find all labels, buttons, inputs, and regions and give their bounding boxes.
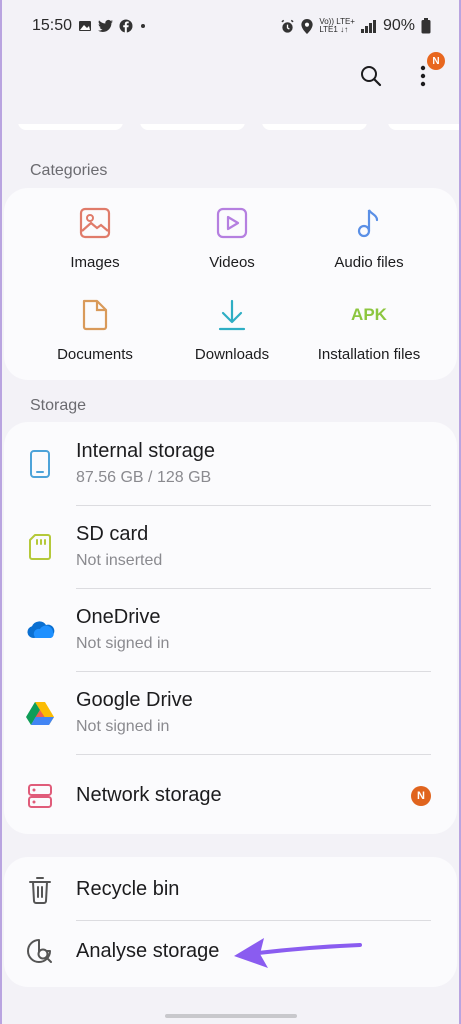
dot-icon	[141, 24, 146, 28]
document-icon	[78, 298, 112, 332]
recent-file-card[interactable]	[388, 124, 459, 130]
categories-card: Images Videos Audio files Documents Down…	[4, 188, 457, 380]
storage-item-sd-card[interactable]: SD card Not inserted	[4, 505, 457, 588]
home-indicator[interactable]	[164, 1014, 297, 1018]
storage-item-internal[interactable]: Internal storage 87.56 GB / 128 GB	[4, 422, 457, 505]
storage-item-subtitle: Not signed in	[76, 635, 170, 652]
network-storage-icon	[22, 778, 58, 814]
storage-item-subtitle: 87.56 GB / 128 GB	[76, 469, 212, 486]
phone-icon	[22, 446, 58, 482]
storage-item-subtitle: Not signed in	[76, 718, 170, 735]
search-button[interactable]	[357, 62, 385, 90]
sd-card-icon	[22, 529, 58, 565]
status-time: 15:50	[32, 17, 73, 34]
network-storage-badge: N	[411, 785, 431, 806]
category-installation-files[interactable]: APK Installation files	[296, 298, 442, 363]
battery-percentage: 90%	[382, 17, 415, 34]
more-options-button[interactable]: N	[409, 52, 445, 90]
battery-icon	[421, 18, 431, 34]
more-vertical-icon	[420, 65, 426, 87]
alarm-icon	[281, 19, 294, 33]
recent-file-card[interactable]	[18, 124, 123, 130]
recent-file-card[interactable]	[262, 124, 367, 130]
apk-icon: APK	[351, 305, 387, 324]
recent-file-card[interactable]	[140, 124, 245, 130]
storage-item-title: Google Drive	[76, 689, 193, 711]
gallery-notification-icon	[79, 21, 92, 31]
location-icon	[301, 18, 313, 34]
category-images[interactable]: Images	[22, 206, 168, 271]
signal-icon	[360, 19, 376, 33]
storage-item-network-storage[interactable]: Network storage N	[4, 754, 457, 837]
utility-item-title: Recycle bin	[76, 878, 180, 900]
analyse-storage-icon	[22, 933, 58, 969]
status-bar: 15:50 Vo)) LTE+ LTE1 ↓↑ 90%	[2, 0, 459, 52]
facebook-notification-icon	[119, 19, 133, 33]
storage-item-subtitle: Not inserted	[76, 552, 163, 569]
search-icon	[361, 66, 382, 87]
storage-header: Storage	[30, 397, 87, 414]
onedrive-icon	[22, 612, 58, 648]
utility-item-title: Analyse storage	[76, 939, 220, 962]
storage-item-onedrive[interactable]: OneDrive Not signed in	[4, 588, 457, 671]
category-downloads[interactable]: Downloads	[159, 298, 305, 363]
annotation-arrow	[234, 938, 362, 968]
download-icon	[215, 298, 249, 332]
category-videos[interactable]: Videos	[159, 206, 305, 271]
volte-indicator: Vo)) LTE+ LTE1 ↓↑	[319, 17, 355, 34]
trash-icon	[22, 872, 58, 908]
storage-item-title: SD card	[76, 523, 149, 545]
music-icon	[352, 206, 386, 240]
storage-item-title: Network storage	[76, 784, 222, 806]
video-icon	[215, 206, 249, 240]
top-toolbar: N	[357, 52, 445, 90]
storage-item-google-drive[interactable]: Google Drive Not signed in	[4, 671, 457, 754]
google-drive-icon	[22, 695, 58, 731]
categories-header: Categories	[30, 162, 108, 179]
storage-card: Internal storage 87.56 GB / 128 GB SD ca…	[4, 422, 457, 834]
storage-item-title: OneDrive	[76, 606, 161, 628]
image-icon	[78, 206, 112, 240]
twitter-notification-icon	[98, 19, 114, 32]
storage-item-title: Internal storage	[76, 440, 215, 462]
recent-files-strip[interactable]	[18, 124, 459, 134]
notification-badge: N	[427, 52, 445, 70]
category-documents[interactable]: Documents	[22, 298, 168, 363]
category-audio-files[interactable]: Audio files	[296, 206, 442, 271]
